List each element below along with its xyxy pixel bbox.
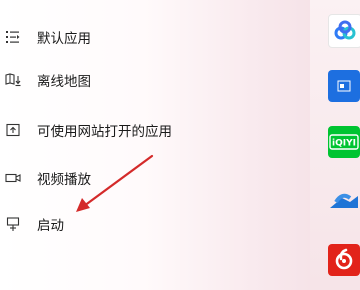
video-icon [5,170,21,186]
nav-item-label: 视频播放 [37,172,91,187]
iqiyi-icon[interactable]: iQIYI [328,126,360,158]
nav-item-label: 默认应用 [37,31,91,46]
nav-item-label: 离线地图 [37,74,91,89]
settings-nav: 默认应用 离线地图 可使用网站打开的应用 视频播放 启动 [0,0,300,290]
netease-music-icon[interactable] [328,244,360,276]
nav-item-offline-maps[interactable]: 离线地图 [0,60,290,100]
nav-item-label: 启动 [37,218,64,233]
app-blue-icon[interactable] [328,70,360,102]
nav-item-startup[interactable]: 启动 [0,204,290,244]
app-list-strip: iQIYI [310,0,360,290]
map-download-icon [5,72,21,88]
nav-item-label: 可使用网站打开的应用 [37,124,172,139]
onedrive-icon[interactable] [328,184,360,216]
startup-icon [5,216,21,232]
svg-text:iQIYI: iQIYI [332,139,356,149]
list-icon [5,29,21,45]
baidu-netdisk-icon[interactable] [328,14,360,48]
nav-item-default-apps[interactable]: 默认应用 [0,17,290,57]
web-open-icon [5,122,21,138]
nav-item-video-playback[interactable]: 视频播放 [0,158,290,198]
nav-item-apps-for-websites[interactable]: 可使用网站打开的应用 [0,110,290,150]
